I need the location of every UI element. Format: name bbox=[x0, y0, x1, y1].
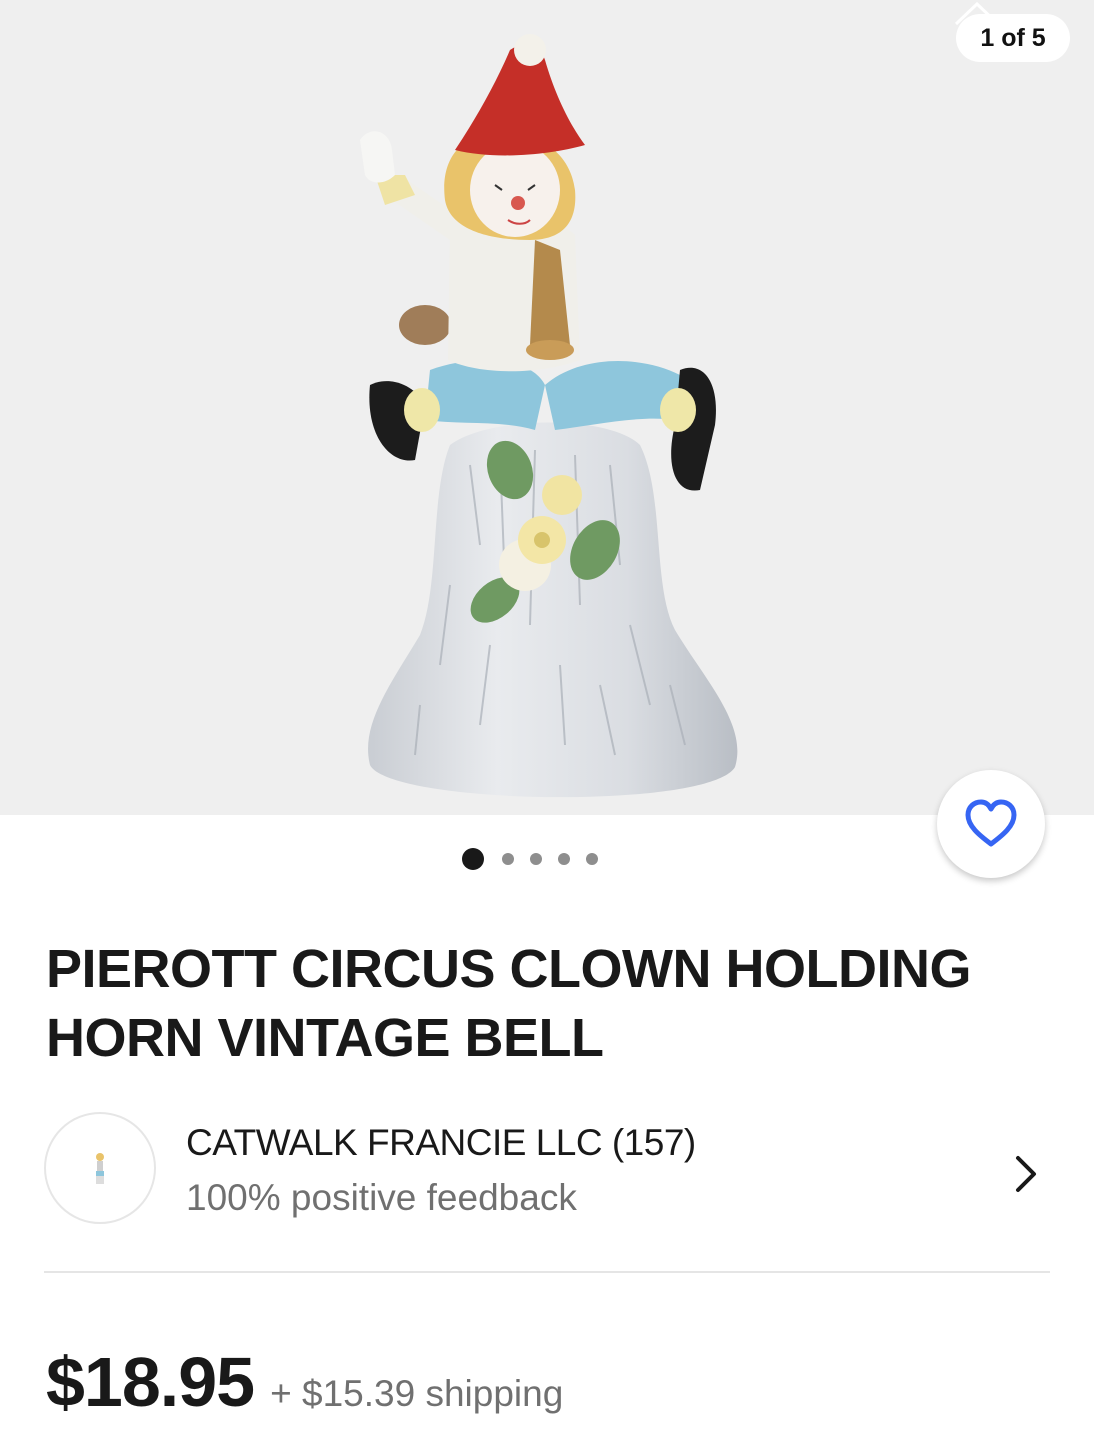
seller-feedback: 100% positive feedback bbox=[186, 1177, 577, 1218]
pagination-dot[interactable] bbox=[502, 853, 514, 865]
image-gallery[interactable]: 1 of 5 bbox=[0, 0, 1094, 878]
image-pagination-dots bbox=[462, 848, 614, 870]
pagination-dot-active[interactable] bbox=[462, 848, 484, 870]
chevron-right-icon[interactable] bbox=[1014, 1154, 1038, 1194]
seller-name[interactable]: CATWALK FRANCIE LLC (157) bbox=[186, 1122, 696, 1164]
divider bbox=[44, 1271, 1050, 1273]
product-image[interactable] bbox=[330, 25, 770, 810]
listing-title: PIEROTT CIRCUS CLOWN HOLDING HORN VINTAG… bbox=[46, 939, 971, 1068]
seller-avatar bbox=[44, 1112, 156, 1224]
seller-info-row[interactable]: CATWALK FRANCIE LLC (157) 100% positive … bbox=[44, 1112, 1050, 1224]
clown-thumbnail-icon bbox=[96, 1153, 104, 1184]
pagination-dot[interactable] bbox=[530, 853, 542, 865]
pagination-dot[interactable] bbox=[558, 853, 570, 865]
image-counter: 1 of 5 bbox=[956, 14, 1070, 62]
price-row: $18.95 + $15.39 shipping bbox=[46, 1342, 563, 1432]
shipping-cost: + $15.39 shipping bbox=[270, 1373, 564, 1414]
pagination-dot[interactable] bbox=[586, 853, 598, 865]
watch-button[interactable] bbox=[937, 770, 1045, 878]
heart-icon bbox=[965, 799, 1017, 847]
item-price: $18.95 bbox=[46, 1343, 255, 1421]
